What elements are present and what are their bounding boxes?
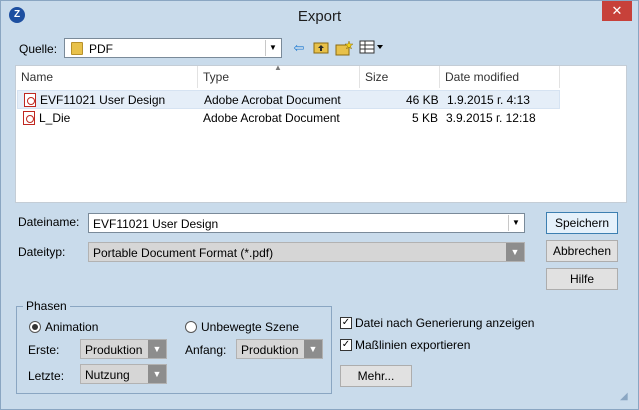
file-name: EVF11021 User Design [40,93,166,107]
chevron-down-icon[interactable]: ▼ [304,340,322,358]
filetype-label: Dateityp: [18,245,66,259]
title-bar: Z Export ✕ [1,1,638,31]
window-title: Export [297,8,342,25]
animation-radio-label[interactable]: Animation [45,320,98,334]
source-label: Quelle: [19,42,58,56]
more-button[interactable]: Mehr... [340,365,412,387]
file-type: Adobe Acrobat Document [203,111,340,125]
file-row[interactable]: EVF11021 User Design Adobe Acrobat Docum… [17,90,560,109]
view-menu-icon[interactable] [359,40,385,56]
file-size: 46 KB [406,93,439,107]
last-phase-select[interactable]: Nutzung ▼ [80,364,167,384]
help-button[interactable]: Hilfe [546,268,618,290]
first-phase-select[interactable]: Produktion ▼ [80,339,167,359]
start-phase-value: Produktion [241,343,299,357]
pdf-file-icon [24,93,36,107]
file-row[interactable]: L_Die Adobe Acrobat Document 5 KB 3.9.20… [17,109,560,128]
resize-grip-icon[interactable]: ◢ [620,391,634,405]
chevron-down-icon[interactable]: ▼ [148,340,166,358]
show-after-generation-checkbox[interactable]: ✓ [340,317,352,329]
last-phase-label: Letzte: [28,369,65,383]
cancel-button[interactable]: Abbrechen [546,240,618,262]
column-header-name[interactable]: Name [16,66,198,88]
first-phase-label: Erste: [28,343,60,357]
filetype-value: Portable Document Format (*.pdf) [93,246,274,260]
file-date: 1.9.2015 г. 4:13 [447,93,530,107]
source-folder-value: PDF [89,42,113,56]
pdf-file-icon [23,111,35,125]
static-scene-radio[interactable] [185,321,197,333]
animation-radio[interactable] [29,321,41,333]
filename-value: EVF11021 User Design [93,217,219,231]
file-list[interactable]: Name Type ▲ Size Date modified EVF11021 … [15,63,627,203]
column-header-date[interactable]: Date modified [440,66,560,88]
export-dialog: Z Export ✕ Quelle: PDF ▼ ⇦ Name Type ▲ S… [0,0,639,410]
chevron-down-icon[interactable]: ▼ [265,40,280,56]
filename-label: Dateiname: [18,215,80,229]
source-folder-combo[interactable]: PDF ▼ [64,38,282,58]
export-dimensions-checkbox[interactable]: ✓ [340,339,352,351]
file-name: L_Die [39,111,71,125]
file-date: 3.9.2015 г. 12:18 [446,111,536,125]
filename-input[interactable]: EVF11021 User Design ▼ [88,213,525,233]
file-type: Adobe Acrobat Document [204,93,341,107]
first-phase-value: Produktion [85,343,143,357]
up-folder-icon[interactable] [312,40,330,56]
close-button[interactable]: ✕ [602,1,632,21]
sort-ascending-icon: ▲ [274,63,282,72]
show-after-generation-label[interactable]: Datei nach Generierung anzeigen [355,316,534,330]
back-arrow-icon[interactable]: ⇦ [290,40,308,56]
start-phase-select[interactable]: Produktion ▼ [236,339,323,359]
chevron-down-icon[interactable]: ▼ [508,215,523,231]
last-phase-value: Nutzung [85,368,130,382]
folder-icon [71,42,83,55]
start-phase-label: Anfang: [185,343,227,357]
column-header-size[interactable]: Size [360,66,440,88]
export-dimensions-label[interactable]: Maßlinien exportieren [355,338,470,352]
file-size: 5 KB [412,111,439,125]
chevron-down-icon[interactable]: ▼ [506,243,524,261]
static-scene-radio-label[interactable]: Unbewegte Szene [201,320,299,334]
phases-group-title: Phasen [23,299,70,313]
save-button[interactable]: Speichern [546,212,618,234]
new-folder-icon[interactable] [335,40,354,56]
chevron-down-icon[interactable]: ▼ [148,365,166,383]
filetype-select[interactable]: Portable Document Format (*.pdf) ▼ [88,242,525,262]
